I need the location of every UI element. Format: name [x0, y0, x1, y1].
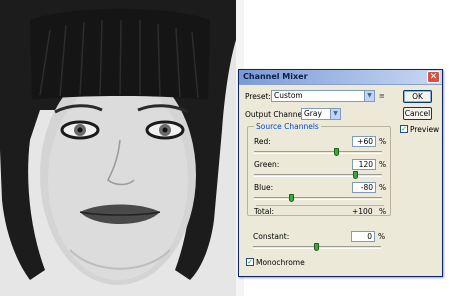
portrait-photo [0, 0, 236, 296]
source-channels-group: Source Channels Red: +60 % Green: 120 % … [247, 122, 391, 216]
source-channels-title: Source Channels [254, 122, 321, 131]
total-value: +100 [352, 207, 373, 216]
red-unit: % [379, 137, 387, 146]
total-unit: % [379, 207, 387, 216]
constant-label: Constant: [253, 232, 290, 241]
preview-checkbox[interactable]: ✓ [400, 125, 408, 133]
chevron-down-icon[interactable]: ▼ [330, 109, 340, 119]
blue-label: Blue: [254, 183, 274, 192]
total-divider [256, 205, 384, 206]
constant-value-input[interactable]: 0 [351, 231, 375, 242]
blue-slider-track[interactable] [254, 197, 382, 200]
output-channel-value: Gray [304, 109, 322, 118]
dialog-title: Channel Mixer [243, 72, 308, 81]
output-channel-label: Output Channel: [245, 110, 307, 119]
preset-options-icon[interactable]: ≡ [379, 92, 387, 100]
constant-slider-thumb[interactable] [314, 243, 319, 251]
green-slider-track[interactable] [254, 174, 382, 177]
red-slider-track[interactable] [254, 151, 382, 154]
blue-unit: % [379, 183, 387, 192]
monochrome-checkbox[interactable]: ✓ [246, 258, 254, 266]
preset-value: Custom [274, 91, 303, 100]
red-value-input[interactable]: +60 [352, 136, 376, 147]
preview-label: Preview [410, 125, 440, 134]
blue-slider-thumb[interactable] [289, 194, 295, 202]
close-icon[interactable]: ✕ [427, 71, 440, 83]
green-slider-thumb[interactable] [353, 171, 359, 179]
output-channel-dropdown[interactable]: Gray ▼ [301, 108, 341, 120]
total-label: Total: [254, 207, 275, 216]
chevron-down-icon[interactable]: ▼ [364, 91, 374, 101]
constant-unit: % [378, 232, 386, 241]
preset-dropdown[interactable]: Custom ▼ [271, 90, 375, 102]
red-label: Red: [254, 137, 271, 146]
green-unit: % [379, 160, 387, 169]
titlebar[interactable]: Channel Mixer ✕ [239, 70, 442, 85]
cancel-button[interactable]: Cancel [403, 107, 432, 120]
monochrome-label: Monochrome [256, 258, 305, 267]
ok-button[interactable]: OK [403, 90, 432, 103]
preset-label: Preset: [245, 92, 271, 101]
blue-value-input[interactable]: -80 [352, 182, 376, 193]
channel-mixer-dialog: Channel Mixer ✕ Preset: Custom ▼ ≡ Outpu… [238, 69, 443, 277]
green-value-input[interactable]: 120 [352, 159, 376, 170]
red-slider-thumb[interactable] [334, 148, 340, 156]
green-label: Green: [254, 160, 280, 169]
